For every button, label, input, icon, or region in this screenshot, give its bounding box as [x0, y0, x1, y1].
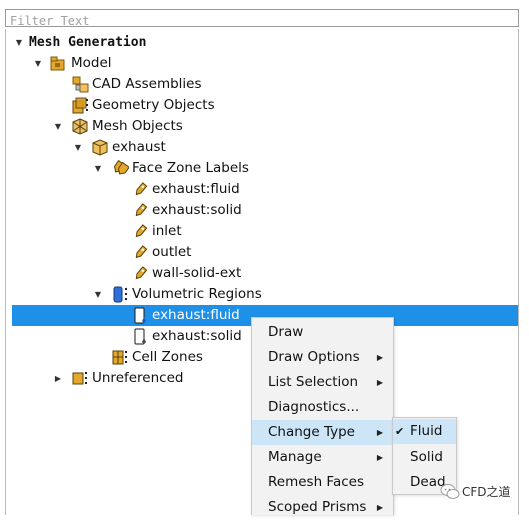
menu-item-label: Diagnostics... [268, 399, 360, 415]
tree-label: Mesh Generation [29, 35, 147, 50]
menu-item-label: Remesh Faces [268, 474, 364, 490]
collapse-arrow-icon[interactable]: ▼ [92, 158, 104, 179]
tree-label: outlet [152, 244, 192, 260]
region-icon [132, 328, 149, 345]
tree-label: Unreferenced [92, 370, 184, 386]
context-menu: Draw Draw Options ▶ List Selection ▶ Dia… [251, 317, 394, 515]
tag-icon [132, 181, 149, 198]
menu-item-change-type[interactable]: Change Type ▶ [252, 420, 393, 445]
expand-arrow-icon[interactable]: ▶ [52, 368, 64, 389]
cell-zones-icon [112, 349, 129, 366]
tree-item-mesh-generation[interactable]: ▼ Mesh Generation [12, 32, 518, 53]
unreferenced-icon [72, 370, 89, 387]
tag-icon [132, 223, 149, 240]
tags-icon [112, 159, 130, 177]
collapse-arrow-icon[interactable]: ▼ [52, 116, 64, 137]
tree-item-label[interactable]: outlet [12, 242, 518, 263]
menu-item-label: Scoped Prisms [268, 499, 367, 515]
volumetric-regions-icon [112, 286, 129, 303]
collapse-arrow-icon[interactable]: ▼ [72, 137, 84, 158]
menu-item-list-selection[interactable]: List Selection ▶ [252, 370, 393, 395]
tree-label: Model [71, 55, 112, 71]
submenu-arrow-icon: ▶ [376, 378, 383, 387]
submenu-item-solid[interactable]: Solid [393, 445, 456, 470]
submenu-item-fluid[interactable]: ✔ Fluid [393, 419, 456, 444]
tree-label: Mesh Objects [92, 118, 183, 134]
tree-item-label[interactable]: inlet [12, 221, 518, 242]
tree-item-label[interactable]: exhaust:fluid [12, 179, 518, 200]
mesh-object-icon [92, 139, 109, 156]
tree-label: inlet [152, 223, 182, 239]
menu-item-scoped-prisms[interactable]: Scoped Prisms ▶ [252, 495, 393, 520]
tree-item-label[interactable]: wall-solid-ext [12, 263, 518, 284]
cad-assemblies-icon [72, 76, 89, 93]
submenu-arrow-icon: ▶ [376, 353, 383, 362]
tree-label: Geometry Objects [92, 97, 215, 113]
tree-item-label[interactable]: exhaust:solid [12, 200, 518, 221]
tag-icon [132, 244, 149, 261]
watermark-text: CFD之道 [462, 485, 511, 499]
mesh-objects-icon [72, 118, 89, 135]
tree-item-exhaust[interactable]: ▼ exhaust [12, 137, 518, 158]
menu-item-label: Draw Options [268, 349, 360, 365]
collapse-arrow-icon[interactable]: ▼ [13, 32, 25, 53]
tree-item-face-zone-labels[interactable]: ▼ Face Zone Labels [12, 158, 518, 179]
tree-item-mesh-objects[interactable]: ▼ Mesh Objects [12, 116, 518, 137]
tree-label: exhaust:solid [152, 202, 242, 218]
tree-item-volumetric-regions[interactable]: ▼ Volumetric Regions [12, 284, 518, 305]
collapse-arrow-icon[interactable]: ▼ [32, 53, 44, 74]
geometry-objects-icon [72, 97, 89, 114]
tree-item-model[interactable]: ▼ Model [12, 53, 518, 74]
model-icon [49, 55, 66, 72]
tree-item-cad-assemblies[interactable]: CAD Assemblies [12, 74, 518, 95]
menu-item-draw[interactable]: Draw [252, 320, 393, 345]
collapse-arrow-icon[interactable]: ▼ [92, 284, 104, 305]
menu-item-label: Change Type [268, 424, 355, 440]
menu-item-manage[interactable]: Manage ▶ [252, 445, 393, 470]
tree-label: exhaust:fluid [152, 181, 240, 197]
tag-icon [132, 202, 149, 219]
menu-item-draw-options[interactable]: Draw Options ▶ [252, 345, 393, 370]
submenu-arrow-icon: ▶ [376, 503, 383, 512]
menu-item-remesh-faces[interactable]: Remesh Faces [252, 470, 393, 495]
tree-label: exhaust:fluid [152, 307, 240, 323]
menu-item-label: Draw [268, 324, 304, 340]
tree-label: exhaust [112, 139, 166, 155]
tag-icon [132, 265, 149, 282]
check-icon: ✔ [395, 425, 405, 438]
chat-bubble-icon [440, 483, 460, 505]
menu-item-label: Manage [268, 449, 322, 465]
submenu-arrow-icon: ▶ [376, 428, 383, 437]
tree-label: Cell Zones [132, 349, 203, 365]
tree-item-geometry-objects[interactable]: Geometry Objects [12, 95, 518, 116]
menu-item-diagnostics[interactable]: Diagnostics... [252, 395, 393, 420]
submenu-item-label: Fluid [410, 423, 443, 439]
submenu-arrow-icon: ▶ [376, 453, 383, 462]
menu-item-label: List Selection [268, 374, 359, 390]
tree-label: CAD Assemblies [92, 76, 202, 92]
region-icon [132, 307, 149, 324]
tree-label: Volumetric Regions [132, 286, 262, 302]
tree-label: exhaust:solid [152, 328, 242, 344]
tree-label: Face Zone Labels [132, 160, 249, 176]
filter-field[interactable] [5, 9, 519, 29]
filter-input[interactable] [6, 13, 518, 29]
submenu-item-label: Solid [410, 449, 443, 465]
tree-label: wall-solid-ext [152, 265, 242, 281]
